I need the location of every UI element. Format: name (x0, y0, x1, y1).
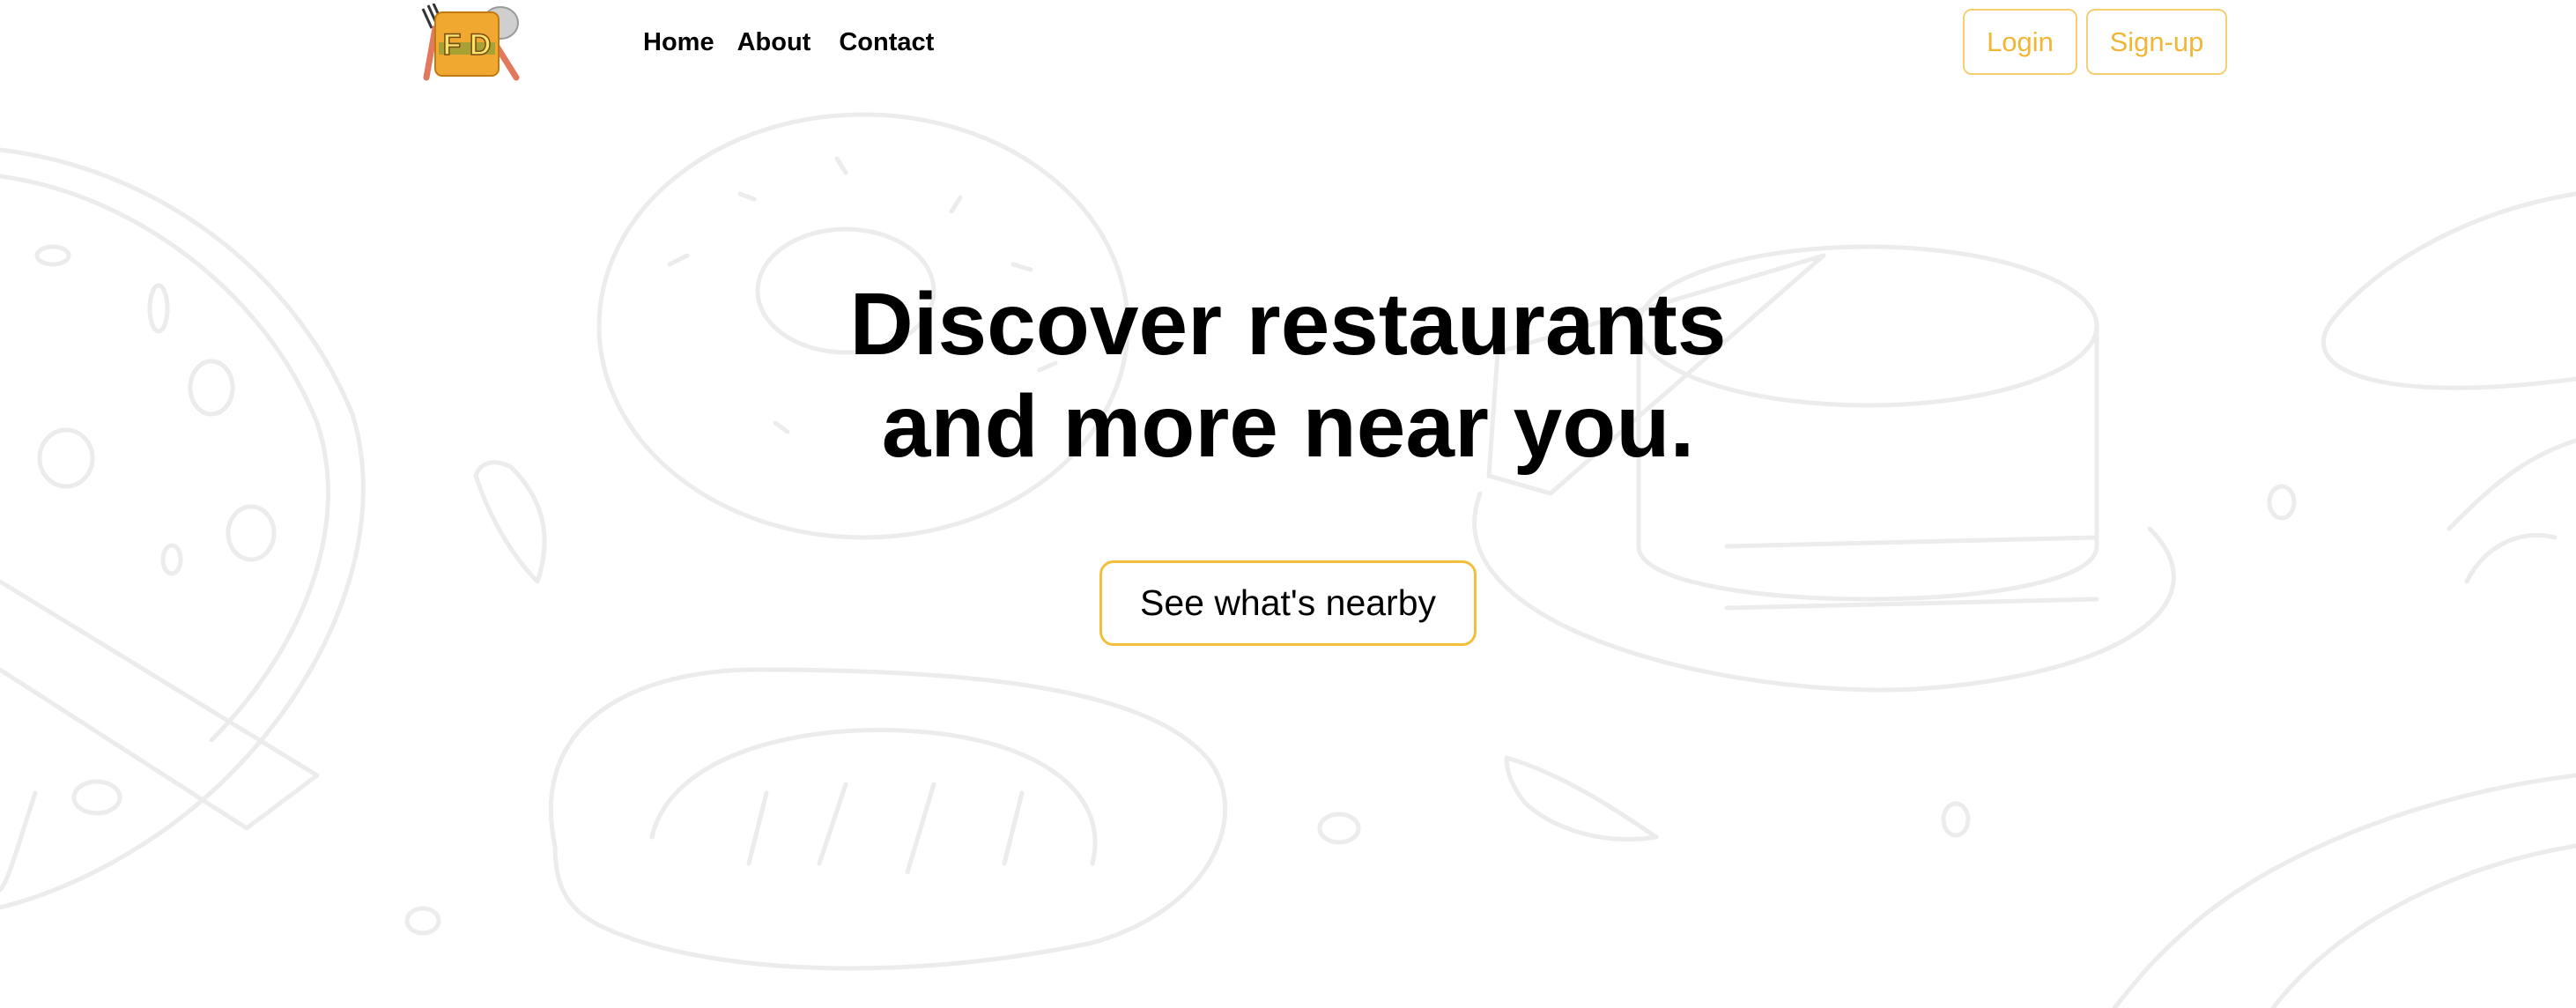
landing-page: F D Home About Contact Login Sign-up Dis… (0, 0, 2576, 1008)
food-doodle-background (0, 112, 2576, 1008)
svg-text:F D: F D (443, 28, 492, 62)
hero-title-line-2: and more near you. (881, 377, 1695, 476)
login-button[interactable]: Login (1963, 9, 2077, 75)
signup-button[interactable]: Sign-up (2086, 9, 2227, 75)
logo-icon[interactable]: F D (412, 4, 525, 81)
nav-home-link[interactable]: Home (643, 25, 714, 60)
nav-contact-link[interactable]: Contact (839, 25, 934, 60)
hero-title-line-1: Discover restaurants (849, 275, 1727, 374)
nav-about-link[interactable]: About (737, 25, 811, 60)
auth-buttons: Login Sign-up (1963, 9, 2227, 75)
main-nav: Home About Contact (643, 25, 934, 60)
hero-title: Discover restaurants and more near you. (0, 273, 2576, 478)
site-header: F D Home About Contact Login Sign-up (0, 0, 2576, 85)
see-nearby-button[interactable]: See what's nearby (1099, 560, 1477, 646)
